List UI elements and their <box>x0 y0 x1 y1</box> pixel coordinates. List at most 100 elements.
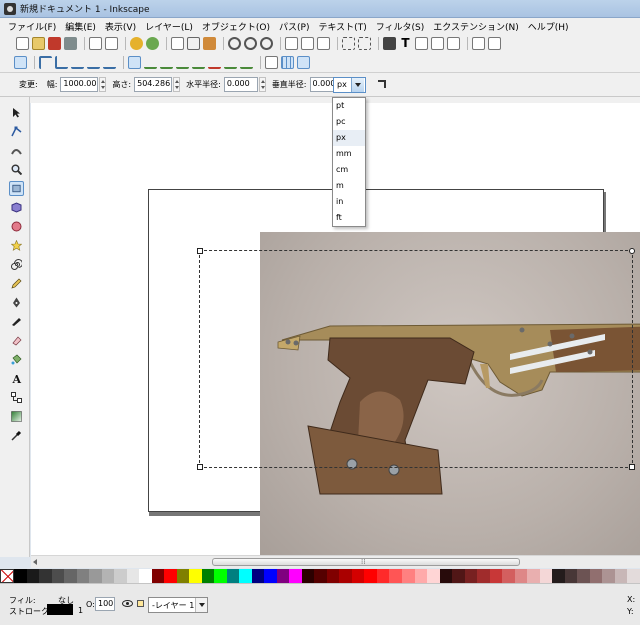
palette-swatch[interactable] <box>577 569 590 583</box>
palette-swatch[interactable] <box>514 569 528 583</box>
calligraphy-tool-icon[interactable] <box>9 314 24 329</box>
opacity-input[interactable]: 100 <box>95 597 115 611</box>
menu-view[interactable]: 表示(V) <box>105 20 136 33</box>
menu-text[interactable]: テキスト(T) <box>318 20 366 33</box>
snap-path-icon[interactable] <box>144 56 157 69</box>
palette-swatch[interactable] <box>627 569 640 583</box>
scroll-left-arrow[interactable] <box>33 559 37 565</box>
no-paint-swatch[interactable] <box>0 569 14 583</box>
unit-option-px[interactable]: px <box>333 130 365 146</box>
palette-swatch[interactable] <box>464 569 478 583</box>
rectangle-tool-icon[interactable] <box>9 181 24 196</box>
resize-handle-bottom-right[interactable] <box>629 464 635 470</box>
palette-swatch[interactable] <box>139 569 152 583</box>
snap-midpoint-icon[interactable] <box>208 56 221 69</box>
snap-nodes-icon[interactable] <box>128 55 141 69</box>
palette-swatch[interactable] <box>114 569 127 583</box>
pencil-tool-icon[interactable] <box>9 276 24 291</box>
menu-path[interactable]: パス(P) <box>279 20 309 33</box>
snap-toggle-icon[interactable] <box>14 55 27 69</box>
snap-smooth-icon[interactable] <box>192 56 205 69</box>
menu-edit[interactable]: 編集(E) <box>65 20 96 33</box>
export-icon[interactable] <box>105 37 118 50</box>
horizontal-scrollbar[interactable]: ⁞⁞ <box>31 555 640 568</box>
snap-bbox-corner-icon[interactable] <box>71 56 84 69</box>
palette-swatch[interactable] <box>151 569 165 583</box>
palette-swatch[interactable] <box>301 569 315 583</box>
zoom-tool-icon[interactable] <box>9 162 24 177</box>
unlink-clone-icon[interactable] <box>317 37 330 50</box>
menu-file[interactable]: ファイル(F) <box>8 20 56 33</box>
transform-icon[interactable] <box>447 37 460 50</box>
rx-spinner[interactable] <box>258 77 266 92</box>
rect-corner-reset-icon[interactable] <box>378 80 386 88</box>
resize-handle-top-right[interactable] <box>629 248 635 254</box>
palette-swatch[interactable] <box>76 569 90 583</box>
resize-handle-top-left[interactable] <box>197 248 203 254</box>
unit-option-in[interactable]: in <box>333 194 365 210</box>
palette-swatch[interactable] <box>589 569 603 583</box>
menu-object[interactable]: オブジェクト(O) <box>202 20 270 33</box>
palette-swatch[interactable] <box>326 569 340 583</box>
palette-swatch[interactable] <box>414 569 428 583</box>
menu-help[interactable]: ヘルプ(H) <box>528 20 569 33</box>
undo-icon[interactable] <box>130 37 143 50</box>
align-distribute-icon[interactable] <box>431 37 444 50</box>
pen-tool-icon[interactable] <box>9 295 24 310</box>
palette-swatch[interactable] <box>214 569 227 583</box>
palette-swatch[interactable] <box>239 569 252 583</box>
duplicate-icon[interactable] <box>285 37 298 50</box>
group-icon[interactable] <box>342 37 355 50</box>
text-tool-icon[interactable]: A <box>9 371 24 386</box>
palette-swatch[interactable] <box>502 569 515 583</box>
gradient-tool-icon[interactable] <box>9 409 24 424</box>
import-icon[interactable] <box>89 37 102 50</box>
palette-swatch[interactable] <box>289 569 302 583</box>
layer-selector[interactable]: -レイヤー 1 <box>148 597 208 613</box>
resize-handle-bottom-left[interactable] <box>197 464 203 470</box>
palette-swatch[interactable] <box>439 569 453 583</box>
palette-swatch[interactable] <box>126 569 140 583</box>
xml-editor-icon[interactable] <box>415 37 428 50</box>
new-document-icon[interactable] <box>16 37 29 50</box>
palette-swatch[interactable] <box>401 569 415 583</box>
width-spinner[interactable] <box>99 77 107 92</box>
zoom-selection-icon[interactable] <box>228 37 241 50</box>
palette-swatch[interactable] <box>539 569 553 583</box>
menu-extensions[interactable]: エクステンション(N) <box>433 20 519 33</box>
snap-cusp-icon[interactable] <box>176 56 189 69</box>
dropper-tool-icon[interactable] <box>9 428 24 443</box>
3d-box-tool-icon[interactable] <box>9 200 24 215</box>
unit-option-m[interactable]: m <box>333 178 365 194</box>
document-properties-icon[interactable] <box>488 37 501 50</box>
snap-bbox-center-icon[interactable] <box>103 56 116 69</box>
palette-swatch[interactable] <box>614 569 628 583</box>
node-tool-icon[interactable] <box>9 124 24 139</box>
snap-page-icon[interactable] <box>265 55 278 69</box>
palette-swatch[interactable] <box>89 569 102 583</box>
snap-grid-icon[interactable] <box>281 55 294 69</box>
height-spinner[interactable] <box>173 77 181 92</box>
menu-filters[interactable]: フィルタ(S) <box>376 20 425 33</box>
palette-swatch[interactable] <box>552 569 565 583</box>
connector-tool-icon[interactable] <box>9 390 24 405</box>
chevron-down-icon[interactable] <box>195 598 207 612</box>
print-icon[interactable] <box>64 37 77 50</box>
clone-icon[interactable] <box>301 37 314 50</box>
unit-option-pc[interactable]: pc <box>333 114 365 130</box>
palette-swatch[interactable] <box>276 569 290 583</box>
palette-swatch[interactable] <box>176 569 190 583</box>
palette-swatch[interactable] <box>427 569 440 583</box>
unit-option-ft[interactable]: ft <box>333 210 365 226</box>
eraser-tool-icon[interactable] <box>9 333 24 348</box>
palette-swatch[interactable] <box>201 569 215 583</box>
snap-rotation-icon[interactable] <box>240 56 253 69</box>
fill-stroke-icon[interactable] <box>383 37 396 50</box>
palette-swatch[interactable] <box>314 569 327 583</box>
height-input[interactable]: 504.286 <box>134 77 173 92</box>
unit-option-cm[interactable]: cm <box>333 162 365 178</box>
palette-swatch[interactable] <box>489 569 503 583</box>
snap-bbox-icon[interactable] <box>39 55 52 69</box>
paste-icon[interactable] <box>203 37 216 50</box>
lock-icon[interactable] <box>137 600 144 607</box>
